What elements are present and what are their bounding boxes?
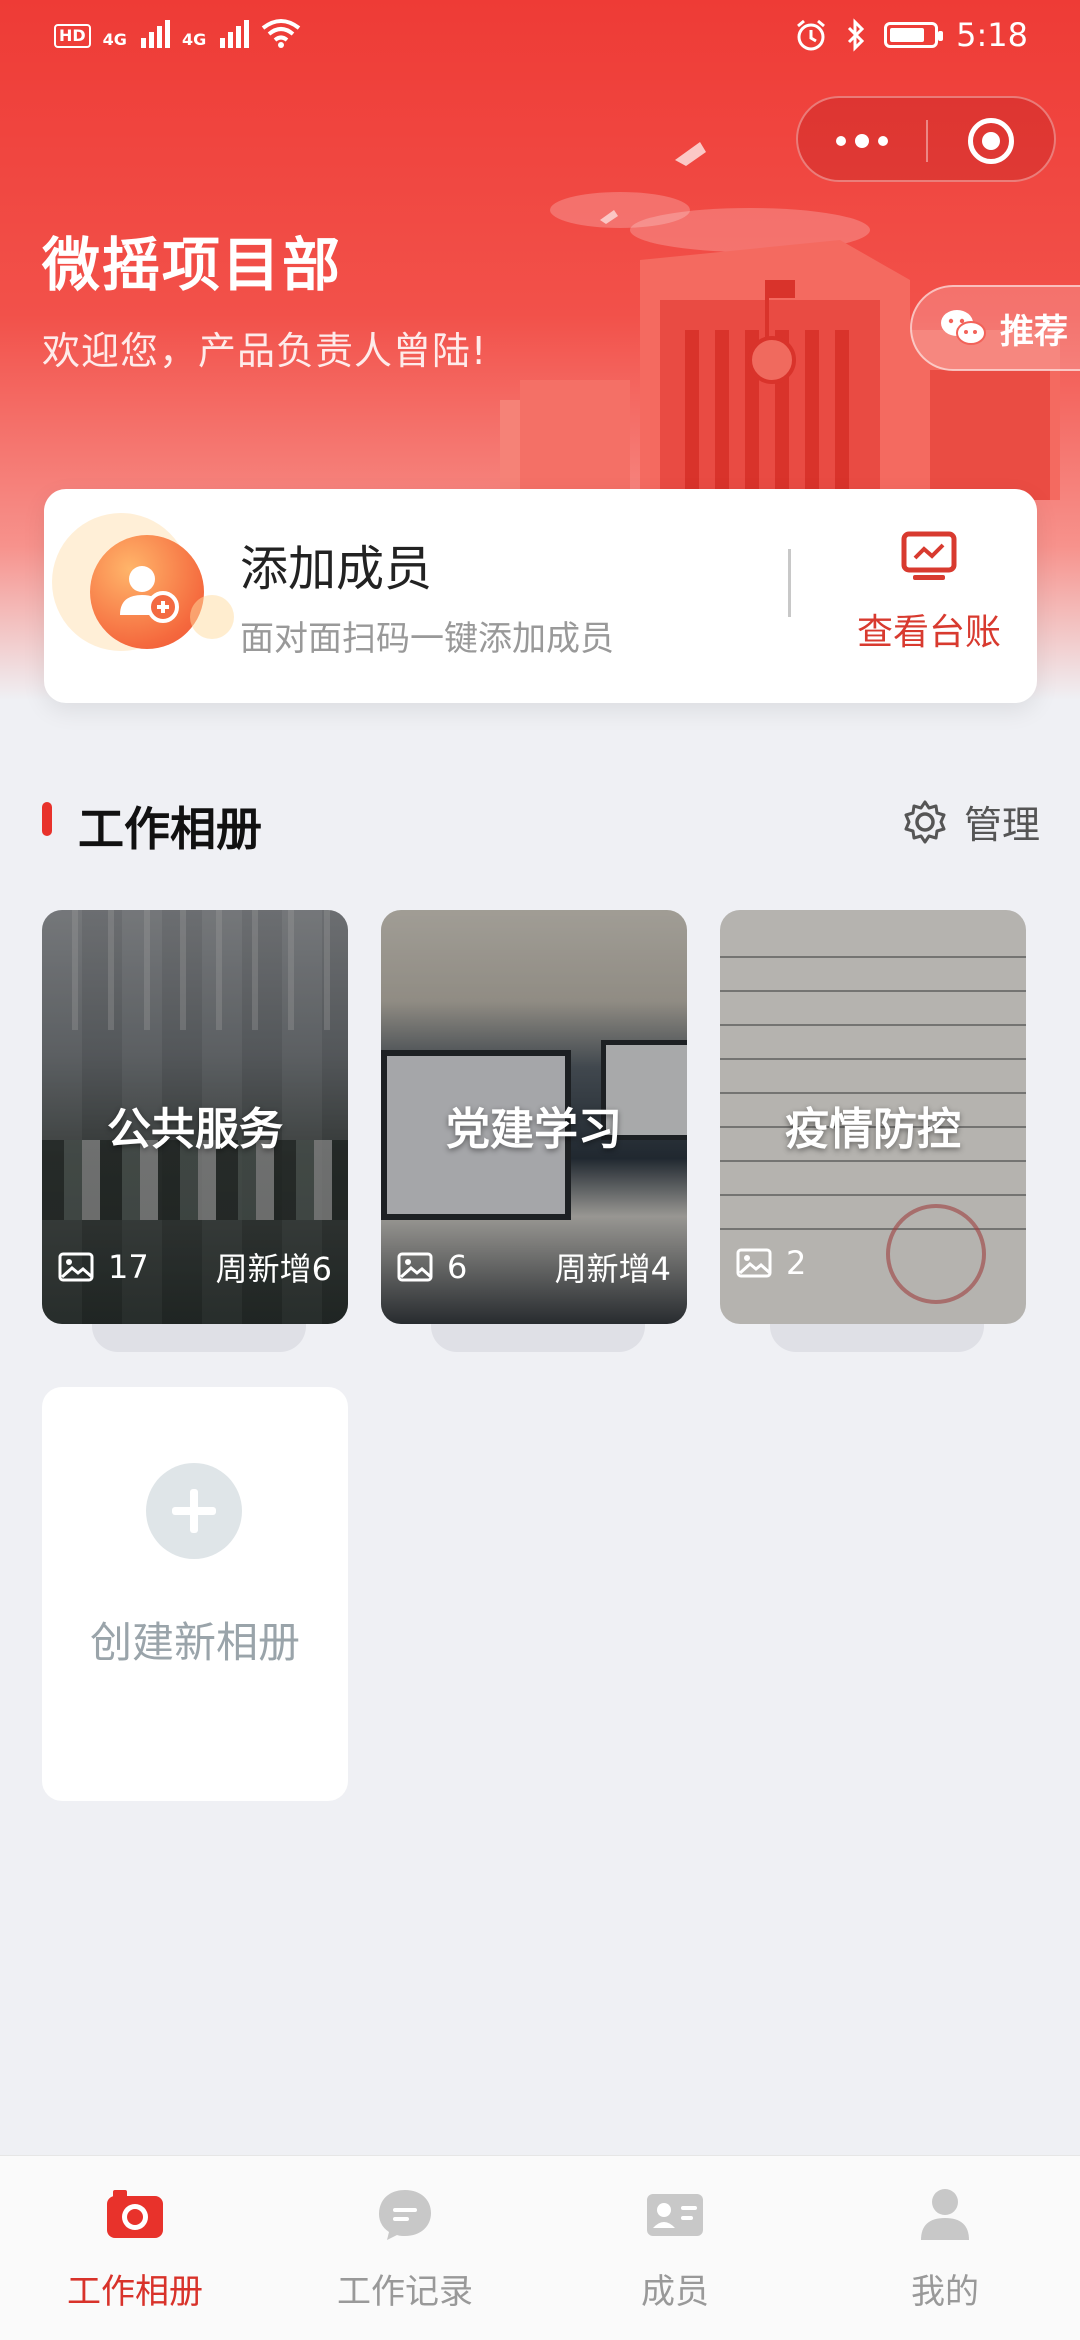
tab-members[interactable]: 成员 bbox=[540, 2156, 810, 2340]
tab-label: 工作记录 bbox=[337, 2272, 473, 2312]
chart-monitor-icon bbox=[901, 531, 957, 580]
wechat-icon bbox=[941, 310, 986, 345]
alarm-icon bbox=[797, 19, 826, 51]
tab-work-album[interactable]: 工作相册 bbox=[0, 2156, 270, 2340]
manage-label: 管理 bbox=[963, 803, 1040, 847]
hd-indicator: HD bbox=[54, 24, 91, 48]
status-right: 5:18 bbox=[794, 16, 1028, 54]
image-icon bbox=[397, 1252, 433, 1282]
album-name: 党建学习 bbox=[446, 1104, 622, 1155]
view-ledger-label: 查看台账 bbox=[856, 612, 1001, 653]
add-member-icon bbox=[90, 535, 234, 649]
page-title: 微摇项目部 bbox=[42, 231, 343, 299]
image-icon bbox=[58, 1252, 94, 1282]
album-card-party-study[interactable]: 党建学习 6 周新增4 bbox=[381, 910, 687, 1352]
network-type-2: 4G bbox=[181, 30, 207, 49]
tab-work-record[interactable]: 工作记录 bbox=[270, 2156, 540, 2340]
add-member-title: 添加成员 bbox=[240, 541, 433, 597]
status-bar: HD 4G 4G 5:18 bbox=[0, 0, 1080, 76]
album-photo-count: 2 bbox=[786, 1244, 807, 1282]
album-cover: 疫情防控 2 bbox=[720, 910, 1026, 1324]
album-footer: 2 bbox=[736, 1244, 1010, 1282]
bluetooth-icon bbox=[848, 18, 865, 52]
add-member-card[interactable]: 添加成员 面对面扫码一键添加成员 查看台账 bbox=[44, 489, 1037, 703]
welcome-text: 欢迎您，产品负责人曾陆! bbox=[42, 329, 488, 373]
more-icon[interactable] bbox=[798, 124, 926, 158]
album-name: 公共服务 bbox=[107, 1104, 283, 1155]
album-footer: 17 周新增6 bbox=[58, 1244, 332, 1290]
bottom-tab-bar: 工作相册 工作记录 成员 我的 bbox=[0, 2155, 1080, 2340]
album-name: 疫情防控 bbox=[785, 1104, 961, 1155]
add-member-subtitle: 面对面扫码一键添加成员 bbox=[240, 619, 614, 659]
view-ledger-button[interactable]: 查看台账 bbox=[844, 531, 1014, 661]
section-title: 工作相册 bbox=[78, 802, 262, 856]
section-accent-bar bbox=[42, 802, 52, 836]
gear-icon bbox=[904, 800, 946, 843]
create-album-button[interactable]: 创建新相册 bbox=[42, 1387, 348, 1801]
status-left: HD 4G 4G bbox=[54, 18, 301, 48]
album-photo-count: 6 bbox=[447, 1248, 468, 1286]
id-card-icon bbox=[647, 2194, 703, 2236]
recommend-label: 推荐 bbox=[1000, 311, 1068, 352]
plus-icon bbox=[146, 1463, 242, 1559]
recommend-button[interactable]: 推荐 bbox=[910, 285, 1080, 371]
capsule-divider bbox=[926, 120, 928, 162]
album-cover: 党建学习 6 周新增4 bbox=[381, 910, 687, 1324]
battery-icon bbox=[884, 22, 944, 48]
miniprogram-capsule bbox=[796, 96, 1056, 182]
manage-button[interactable]: 管理 bbox=[902, 794, 1040, 849]
tab-label: 工作相册 bbox=[67, 2272, 203, 2312]
person-icon bbox=[921, 2189, 969, 2240]
album-photo-count: 17 bbox=[108, 1248, 149, 1286]
create-album-label: 创建新相册 bbox=[89, 1618, 300, 1667]
wifi-icon bbox=[261, 19, 301, 48]
network-type-1: 4G bbox=[102, 30, 127, 49]
album-weekly-new: 周新增6 bbox=[215, 1250, 332, 1288]
album-card-epidemic-control[interactable]: 疫情防控 2 bbox=[720, 910, 1026, 1352]
close-miniprogram-icon[interactable] bbox=[968, 118, 1014, 164]
album-weekly-new: 周新增4 bbox=[554, 1250, 671, 1288]
tab-label: 我的 bbox=[911, 2272, 979, 2312]
album-footer: 6 周新增4 bbox=[397, 1244, 671, 1290]
signal-icon bbox=[140, 18, 170, 48]
album-card-public-service[interactable]: 公共服务 17 周新增6 bbox=[42, 910, 348, 1352]
album-cover: 公共服务 17 周新增6 bbox=[42, 910, 348, 1324]
camera-icon bbox=[107, 2190, 163, 2238]
image-icon bbox=[736, 1248, 772, 1278]
tab-mine[interactable]: 我的 bbox=[810, 2156, 1080, 2340]
chat-bubble-icon bbox=[379, 2190, 431, 2240]
signal-icon bbox=[220, 18, 250, 48]
tab-label: 成员 bbox=[641, 2272, 709, 2312]
card-divider bbox=[788, 549, 791, 617]
status-time: 5:18 bbox=[956, 16, 1028, 54]
